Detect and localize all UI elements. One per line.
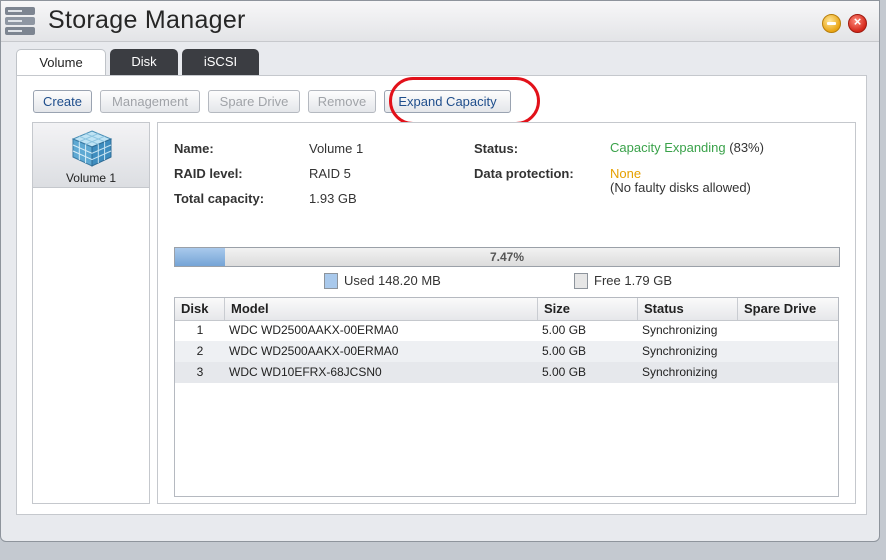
storage-app-icon [5,7,35,35]
tab-disk[interactable]: Disk [110,49,178,75]
status-label: Status: [474,141,519,156]
data-protection-value: None [610,166,642,181]
window-title: Storage Manager [48,6,246,34]
free-swatch [574,273,588,289]
column-header-spare-drive[interactable]: Spare Drive [738,298,838,320]
status-percent: (83%) [729,140,764,155]
management-button[interactable]: Management [100,90,200,113]
total-capacity-label: Total capacity: [174,191,265,206]
close-icon[interactable]: × [848,14,867,33]
column-header-disk[interactable]: Disk [175,298,225,320]
disk-status: Synchronizing [642,344,718,358]
disk-table: Disk Model Size Status Spare Drive 1 WDC… [174,297,839,497]
disk-model: WDC WD2500AAKX-00ERMA0 [229,323,399,337]
disk-size: 5.00 GB [542,323,587,337]
disk-size: 5.00 GB [542,344,587,358]
column-header-size[interactable]: Size [538,298,638,320]
storage-manager-window: Storage Manager × Volume Disk iSCSI Crea… [0,0,880,542]
disk-model: WDC WD2500AAKX-00ERMA0 [229,344,399,358]
disk-status: Synchronizing [642,365,718,379]
status-value: Capacity Expanding (83%) [610,140,764,155]
total-capacity-value: 1.93 GB [309,191,357,206]
data-protection-note: (No faulty disks allowed) [610,180,751,195]
highlight-annotation [389,77,540,125]
name-label: Name: [174,141,214,156]
table-row[interactable]: 1 WDC WD2500AAKX-00ERMA0 5.00 GB Synchro… [175,320,838,341]
volume-list: Volume 1 [32,122,150,504]
volume-list-item[interactable]: Volume 1 [33,123,149,188]
table-row[interactable]: 3 WDC WD10EFRX-68JCSN0 5.00 GB Synchroni… [175,362,838,383]
volume-label: Volume 1 [65,171,117,185]
usage-progress-bar: 7.47% [174,247,840,267]
create-button[interactable]: Create [33,90,92,113]
volume-detail-panel: Name: Volume 1 RAID level: RAID 5 Total … [157,122,856,504]
column-header-model[interactable]: Model [225,298,538,320]
usage-percent: 7.47% [489,250,525,264]
data-protection-label: Data protection: [474,166,574,181]
status-text: Capacity Expanding [610,140,726,155]
free-legend-label: Free 1.79 GB [594,273,673,288]
disk-number: 2 [196,344,204,358]
tab-volume[interactable]: Volume [16,49,106,76]
disk-number: 1 [196,323,204,337]
minimize-icon[interactable] [822,14,841,33]
disk-status: Synchronizing [642,323,718,337]
table-row[interactable]: 2 WDC WD2500AAKX-00ERMA0 5.00 GB Synchro… [175,341,838,362]
used-swatch [324,273,338,289]
disk-model: WDC WD10EFRX-68JCSN0 [229,365,382,379]
cube-icon [71,130,113,167]
used-legend-label: Used 148.20 MB [344,273,441,288]
column-header-status[interactable]: Status [638,298,738,320]
raid-level-value: RAID 5 [309,166,351,181]
tab-iscsi[interactable]: iSCSI [182,49,259,75]
title-bar: Storage Manager × [1,1,879,42]
disk-size: 5.00 GB [542,365,587,379]
name-value: Volume 1 [309,141,364,156]
remove-button[interactable]: Remove [308,90,376,113]
disk-number: 3 [196,365,204,379]
raid-level-label: RAID level: [174,166,243,181]
spare-drive-button[interactable]: Spare Drive [208,90,300,113]
table-header: Disk Model Size Status Spare Drive [175,298,838,321]
volume-tab-content: Create Management Spare Drive Remove Exp… [16,75,867,515]
